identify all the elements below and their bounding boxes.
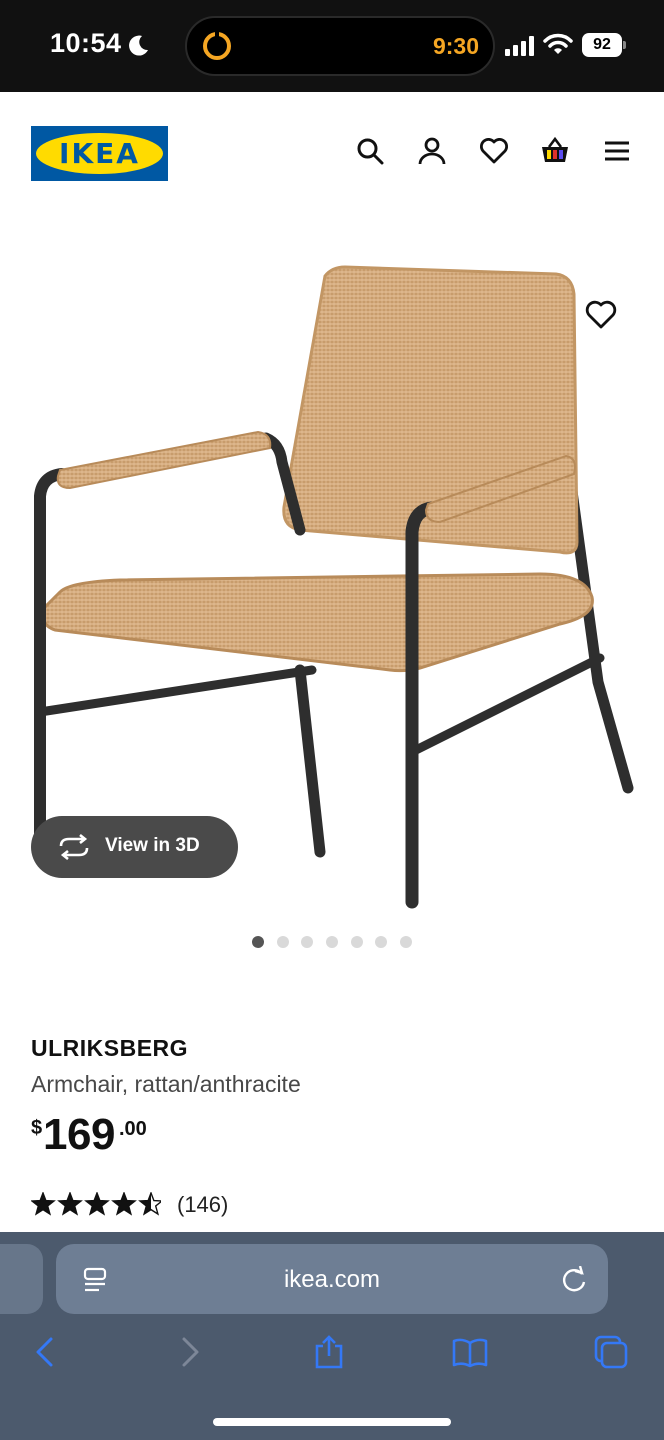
wishlist-heart-icon[interactable]	[479, 136, 509, 166]
rating-star	[57, 1192, 83, 1216]
pagination-dot[interactable]	[301, 936, 314, 948]
rating-stars	[31, 1192, 161, 1216]
url-text: ikea.com	[283, 1266, 381, 1293]
battery-level: 92	[582, 33, 622, 57]
pagination-dot[interactable]	[350, 936, 363, 948]
rating-star	[138, 1192, 161, 1216]
reload-icon[interactable]	[560, 1266, 588, 1294]
account-icon[interactable]	[417, 136, 447, 166]
ikea-logo[interactable]: IKEA	[31, 126, 168, 181]
site-header: IKEA	[0, 92, 664, 212]
browser-toolbar: ikea.com	[0, 1232, 664, 1440]
timer-icon	[203, 31, 231, 60]
shopping-basket-icon[interactable]	[540, 136, 570, 166]
pagination-dot[interactable]	[399, 936, 412, 948]
moon-icon	[129, 35, 148, 56]
bookmarks-icon[interactable]	[452, 1334, 488, 1370]
previous-tab-preview[interactable]	[0, 1244, 43, 1314]
pagination-dot[interactable]	[375, 936, 388, 948]
pagination-dot[interactable]	[276, 936, 289, 948]
wifi-icon	[543, 33, 573, 54]
tabs-icon[interactable]	[593, 1334, 629, 1370]
review-count: (146)	[177, 1192, 229, 1217]
rotate-3d-icon	[59, 834, 89, 860]
view-in-3d-button[interactable]: View in 3D	[31, 816, 238, 878]
image-pagination	[0, 936, 664, 948]
search-icon[interactable]	[355, 136, 385, 166]
share-icon[interactable]	[311, 1334, 347, 1370]
status-bar: 10:54 9:30 92	[0, 0, 664, 92]
view-in-3d-label: View in 3D	[105, 835, 200, 856]
price-currency: $	[31, 1117, 43, 1139]
product-image[interactable]: View in 3D	[0, 212, 664, 932]
logo-text: IKEA	[59, 137, 140, 170]
price-integer: 169	[43, 1110, 115, 1159]
add-to-wishlist-heart-icon[interactable]	[584, 298, 618, 332]
pagination-dot[interactable]	[326, 936, 338, 948]
product-description: Armchair, rattan/anthracite	[31, 1071, 301, 1097]
back-icon[interactable]	[28, 1334, 64, 1370]
rating-star	[84, 1192, 110, 1216]
battery-icon: 92	[582, 33, 626, 57]
pagination-dot[interactable]	[252, 936, 265, 948]
menu-icon[interactable]	[602, 136, 632, 166]
timer-time: 9:30	[432, 33, 479, 59]
status-time: 10:54	[50, 28, 122, 58]
forward-icon[interactable]	[171, 1334, 207, 1370]
rating-star	[31, 1192, 56, 1216]
address-bar[interactable]: ikea.com	[56, 1244, 608, 1314]
product-name: ULRIKSBERG	[31, 1035, 189, 1061]
cellular-signal-icon	[505, 36, 534, 56]
rating-star	[111, 1192, 137, 1216]
price-decimal: .00	[119, 1118, 147, 1140]
dynamic-island[interactable]: 9:30	[185, 16, 495, 76]
home-indicator[interactable]	[213, 1418, 451, 1426]
